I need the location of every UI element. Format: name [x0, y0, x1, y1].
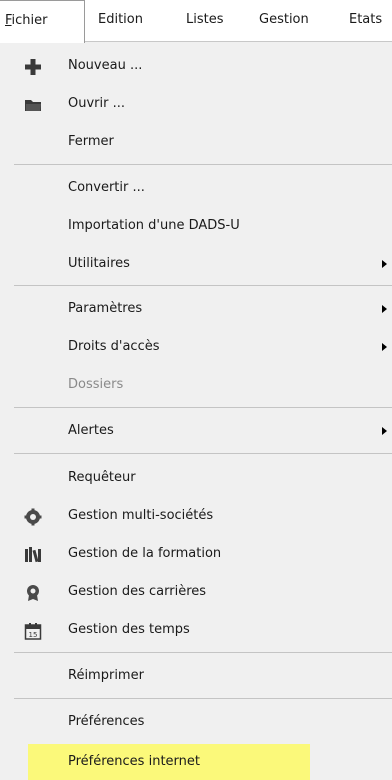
submenu-arrow-icon [382, 260, 387, 268]
menu-item-fermer[interactable]: Fermer [0, 126, 392, 158]
menu-item-reimprimer[interactable]: Réimprimer [0, 660, 392, 692]
folder-icon [24, 95, 42, 113]
menu-item-label: Préférences [68, 714, 145, 729]
menu-item-importation-dads-u[interactable]: Importation d'une DADS-U [0, 210, 392, 242]
menu-item-preferences[interactable]: Préférences [0, 706, 392, 738]
submenu-arrow-icon [382, 427, 387, 435]
gear-icon [24, 507, 42, 526]
menu-item-gestion-formation[interactable]: Gestion de la formation [0, 538, 392, 570]
menu-item-label: Gestion multi-sociétés [68, 508, 214, 523]
fichier-dropdown-menu: Nouveau ... Ouvrir ... Fermer Convertir … [0, 42, 392, 780]
menu-item-dossiers: Dossiers [0, 369, 392, 401]
menu-item-label: Convertir ... [68, 180, 145, 195]
menu-item-utilitaires[interactable]: Utilitaires [0, 248, 392, 280]
menu-separator [14, 407, 392, 408]
calendar-icon: 15 [24, 621, 42, 640]
menu-bar: Fichier Edition Listes Gestion Etats [0, 0, 392, 43]
menu-item-label: Fermer [68, 134, 114, 149]
menu-item-preferences-internet[interactable]: Préférences internet [0, 742, 392, 780]
menu-item-label: Gestion de la formation [68, 546, 222, 561]
plus-icon [24, 57, 42, 75]
submenu-arrow-icon [382, 305, 387, 313]
menu-separator [14, 164, 392, 165]
menu-item-gestion-temps[interactable]: 15 Gestion des temps [0, 614, 392, 646]
menu-item-label: Gestion des carrières [68, 584, 207, 599]
menu-separator [14, 652, 392, 653]
menu-item-label: Utilitaires [68, 256, 130, 271]
menu-separator [14, 285, 392, 286]
menu-item-label: Requêteur [68, 470, 136, 485]
menubar-edition[interactable]: Edition [96, 0, 166, 41]
menu-item-convertir[interactable]: Convertir ... [0, 172, 392, 204]
svg-text:15: 15 [29, 631, 38, 639]
menu-item-label: Droits d'accès [68, 339, 160, 354]
menu-item-nouveau[interactable]: Nouveau ... [0, 50, 392, 82]
menu-item-gestion-carrieres[interactable]: Gestion des carrières [0, 576, 392, 608]
menu-item-label: Paramètres [68, 301, 143, 316]
menu-item-alertes[interactable]: Alertes [0, 415, 392, 447]
menu-item-label: Réimprimer [68, 668, 144, 683]
menubar-gestion-label: Gestion [259, 12, 309, 27]
badge-icon [24, 583, 42, 601]
menu-separator [14, 453, 392, 454]
menu-item-label: Préférences internet [68, 754, 200, 769]
menu-item-label: Nouveau ... [68, 58, 143, 73]
menubar-edition-label: Edition [98, 12, 143, 27]
menu-item-gestion-multi-societes[interactable]: Gestion multi-sociétés [0, 500, 392, 532]
menubar-etats-label: Etats [349, 12, 383, 27]
menu-item-requeteur[interactable]: Requêteur [0, 462, 392, 494]
menu-item-droits-acces[interactable]: Droits d'accès [0, 331, 392, 363]
menubar-listes-label: Listes [186, 12, 224, 27]
menu-item-label: Gestion des temps [68, 622, 190, 637]
menubar-etats[interactable]: Etats [349, 0, 392, 41]
menu-item-parametres[interactable]: Paramètres [0, 293, 392, 325]
menu-item-label: Dossiers [68, 377, 124, 392]
menu-item-label: Ouvrir ... [68, 96, 125, 111]
menubar-gestion[interactable]: Gestion [259, 0, 325, 41]
menu-item-label: Alertes [68, 423, 114, 438]
menubar-listes[interactable]: Listes [186, 0, 242, 41]
menu-item-ouvrir[interactable]: Ouvrir ... [0, 88, 392, 120]
menubar-fichier-label: Fichier [5, 13, 48, 28]
menubar-fichier[interactable]: Fichier [0, 0, 85, 43]
menu-item-label: Importation d'une DADS-U [68, 218, 240, 233]
menu-separator [14, 698, 392, 699]
submenu-arrow-icon [382, 343, 387, 351]
books-icon [24, 545, 42, 563]
